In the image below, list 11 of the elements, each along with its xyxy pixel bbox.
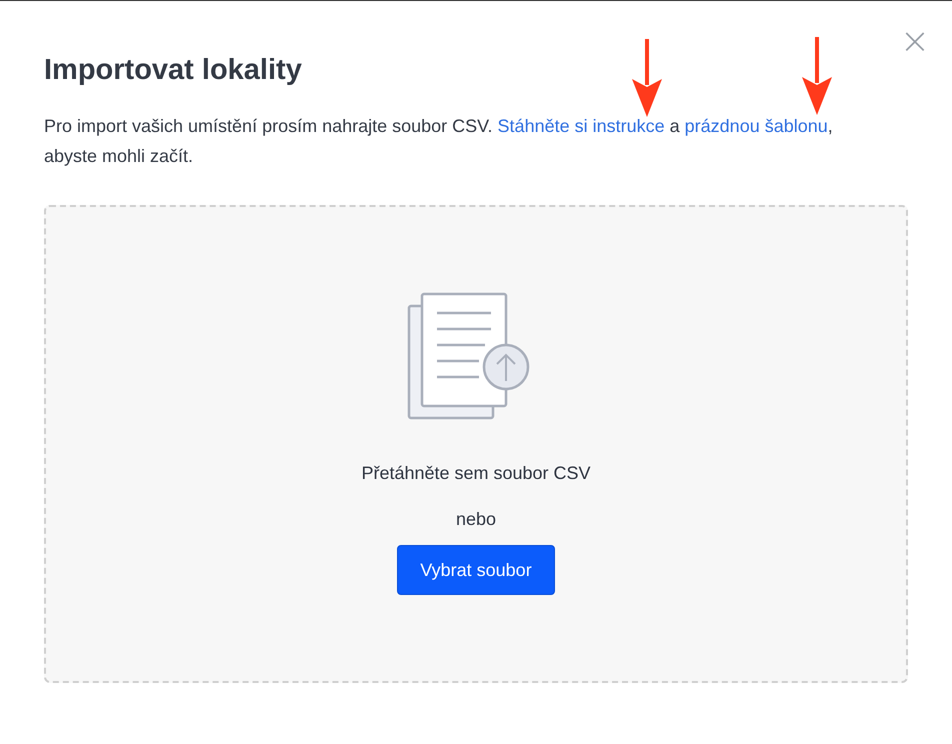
- drop-zone[interactable]: Přetáhněte sem soubor CSV nebo Vybrat soubor: [44, 205, 908, 683]
- link[interactable]: prázdnou šablonu: [684, 116, 828, 136]
- intro-text: Pro import vašich umístění prosím nahrajte soubor CSV. Stáhněte si instrukce a prázdnou šablonu, abyste mohli začít.: [44, 115, 834, 168]
- arrow-icon: [800, 35, 834, 115]
- arrow-icon: [630, 37, 664, 117]
- drop-prompt: Přetáhněte sem soubor CSV: [361, 462, 591, 485]
- close-button[interactable]: ×: [900, 27, 930, 57]
- link[interactable]: Stáhněte si instrukce: [498, 116, 665, 136]
- separator-text: nebo: [456, 508, 496, 531]
- choose-file-button[interactable]: Vybrat soubor: [397, 545, 555, 595]
- dialog-title: Importovat lokality: [44, 53, 302, 88]
